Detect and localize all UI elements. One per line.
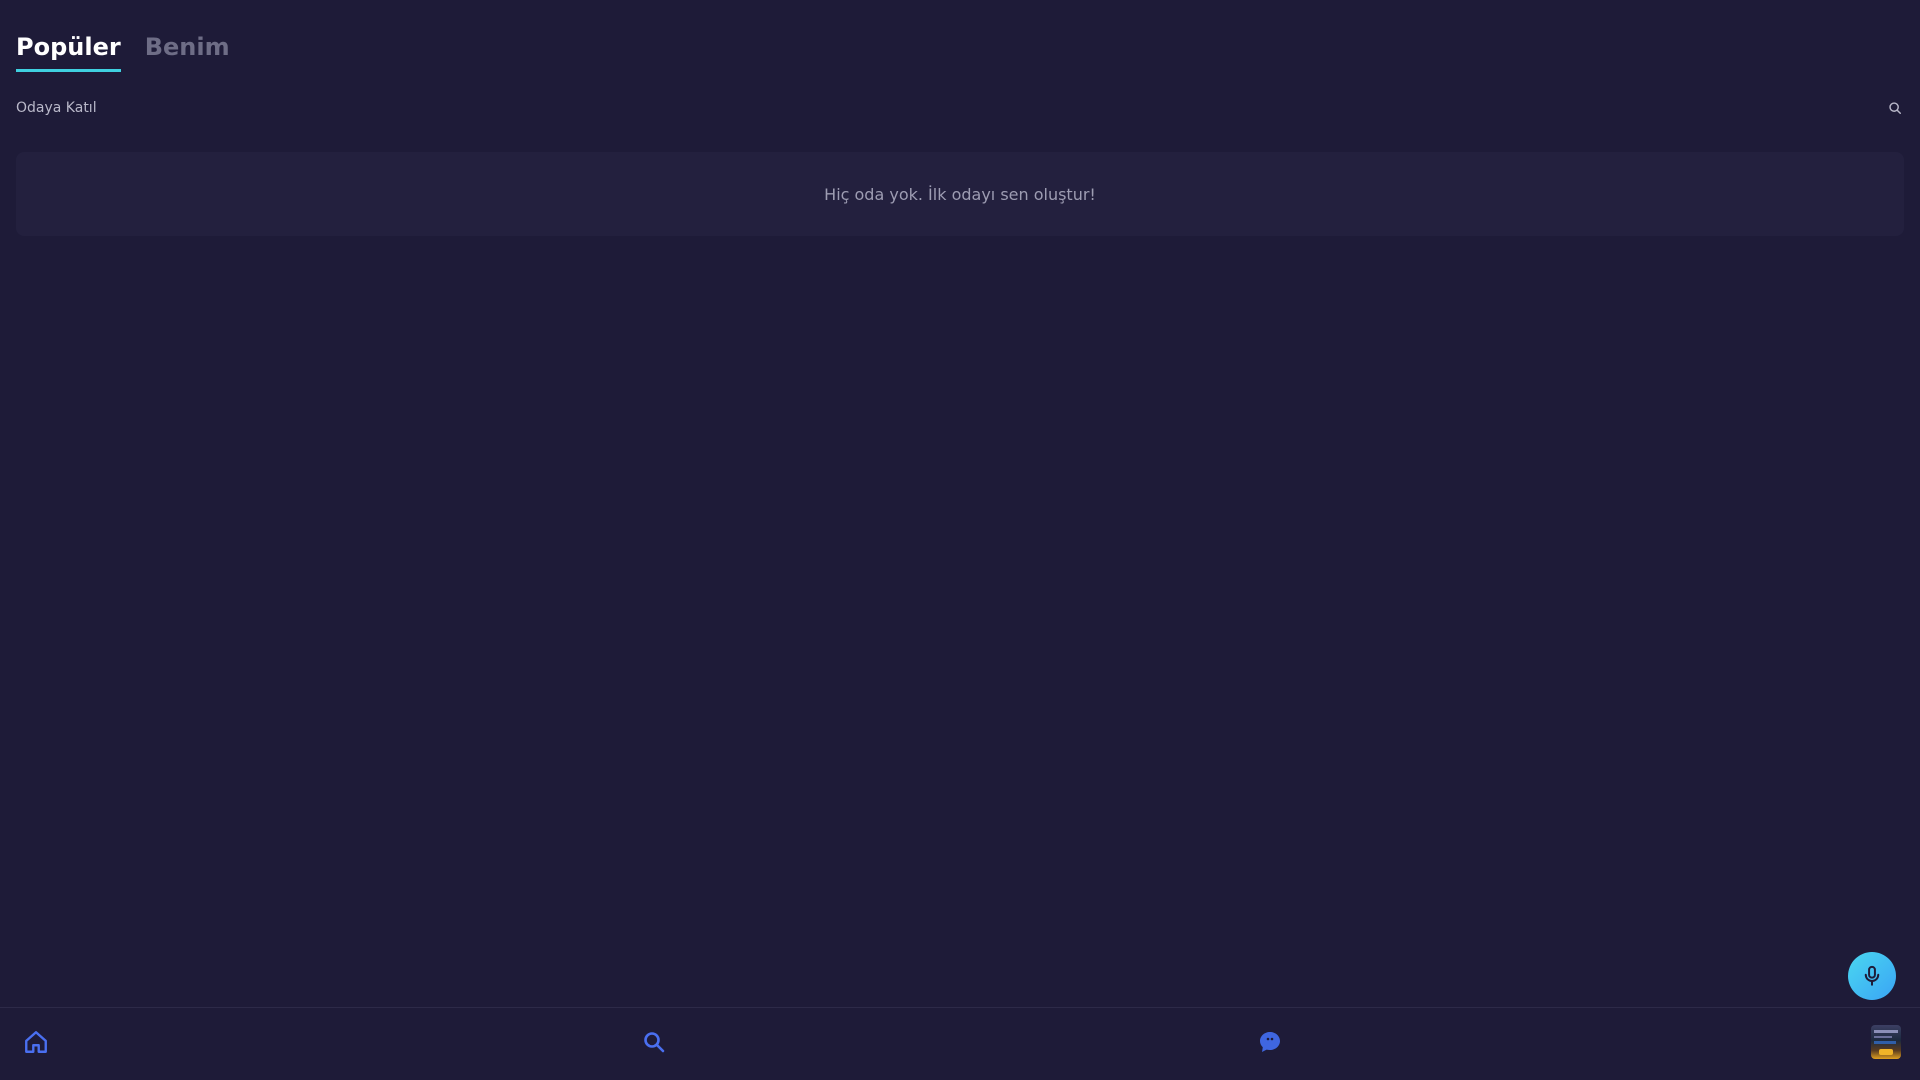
- empty-rooms-message: Hiç oda yok. İlk odayı sen oluştur!: [824, 184, 1096, 204]
- join-room-row: Odaya Katıl: [16, 98, 1904, 118]
- nav-home[interactable]: [16, 1022, 56, 1062]
- app-root: Popüler Benim Odaya Katıl Hiç oda yok. İ…: [0, 0, 1920, 1080]
- empty-rooms-card: Hiç oda yok. İlk odayı sen oluştur!: [16, 152, 1904, 236]
- nav-chat[interactable]: [1250, 1022, 1290, 1062]
- tab-bar: Popüler Benim: [16, 30, 230, 72]
- home-icon: [23, 1029, 49, 1055]
- nav-profile[interactable]: [1866, 1022, 1906, 1062]
- search-icon: [642, 1030, 666, 1054]
- bottom-navigation: [0, 1007, 1920, 1080]
- tab-benim[interactable]: Benim: [145, 30, 230, 72]
- join-room-link[interactable]: Odaya Katıl: [16, 100, 97, 116]
- nav-search[interactable]: [634, 1022, 674, 1062]
- microphone-icon: [1862, 965, 1882, 987]
- profile-avatar: [1871, 1025, 1901, 1059]
- chat-bubble-icon: [1258, 1030, 1282, 1054]
- microphone-button[interactable]: [1848, 952, 1896, 1000]
- search-icon[interactable]: [1886, 99, 1904, 117]
- tab-populer[interactable]: Popüler: [16, 30, 121, 72]
